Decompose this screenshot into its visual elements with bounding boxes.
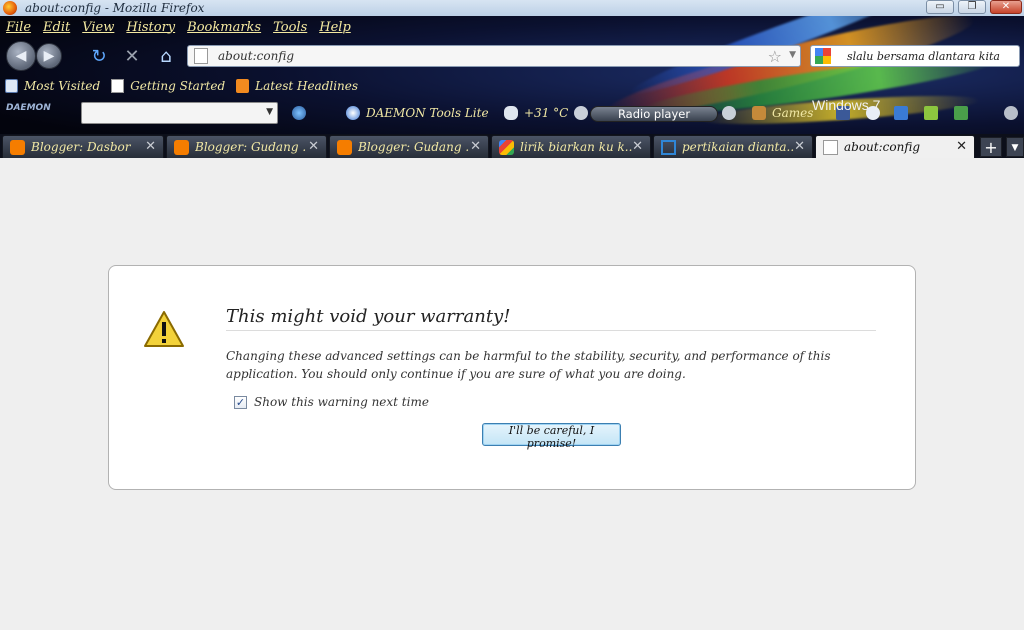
tab-label: Blogger: Gudang ...: [358, 140, 470, 154]
home-icon[interactable]: ⌂: [155, 46, 177, 68]
close-tab-icon[interactable]: ✕: [632, 139, 643, 154]
bookmark-getting-started[interactable]: Getting Started: [111, 79, 225, 93]
globe-icon[interactable]: [292, 106, 306, 120]
tab-about-config[interactable]: about:config ✕: [815, 135, 975, 158]
page-icon: [111, 79, 125, 93]
chevron-down-icon[interactable]: ▼: [266, 107, 273, 117]
tab-list-button[interactable]: ▼: [1006, 137, 1024, 157]
google-icon: [499, 139, 514, 155]
menu-tools[interactable]: Tools: [273, 20, 307, 35]
daemon-tools-icon[interactable]: [346, 106, 360, 120]
close-tab-icon[interactable]: ✕: [470, 139, 481, 154]
tab-pertikaian[interactable]: pertikaian dianta... ✕: [653, 135, 813, 158]
back-button[interactable]: ◀: [6, 41, 36, 71]
blogger-icon: [10, 139, 25, 155]
menu-history[interactable]: History: [126, 20, 175, 35]
search-box[interactable]: slalu bersama dlantara kita: [810, 45, 1020, 67]
menu-edit[interactable]: Edit: [43, 20, 70, 35]
bookmark-latest-headlines[interactable]: Latest Headlines: [236, 79, 358, 93]
windows-watermark: Windows 7: [812, 97, 881, 113]
tab-label: lirik biarkan ku k...: [520, 140, 632, 154]
show-warning-row[interactable]: ✓ Show this warning next time: [234, 395, 429, 409]
url-bar[interactable]: about:config ☆ ▼: [187, 45, 801, 67]
daemon-tools-label[interactable]: DAEMON Tools Lite: [366, 106, 489, 120]
radio-player-button[interactable]: Radio player: [590, 106, 718, 122]
window-controls: ▭ ❐ ✕: [926, 0, 1022, 14]
page-icon: [661, 139, 676, 155]
warning-box: This might void your warranty! Changing …: [108, 265, 916, 490]
forward-button[interactable]: ▶: [36, 43, 62, 69]
temperature-label[interactable]: +31 °C: [524, 106, 568, 120]
show-warning-label[interactable]: Show this warning next time: [254, 395, 429, 409]
tab-label: Blogger: Dasbor: [31, 140, 131, 154]
bookmark-most-visited[interactable]: Most Visited: [5, 79, 100, 93]
promise-button[interactable]: I'll be careful, I promise!: [482, 423, 621, 450]
weather-icon[interactable]: [504, 106, 518, 120]
most-visited-icon: [5, 79, 18, 93]
play-icon[interactable]: [574, 106, 588, 120]
maximize-button[interactable]: ❐: [958, 0, 986, 14]
firefox-logo-icon: [3, 1, 17, 15]
tab-blogger-gudang-2[interactable]: Blogger: Gudang ... ✕: [329, 135, 489, 158]
warning-icon: [144, 311, 184, 347]
tab-blogger-dasbor[interactable]: Blogger: Dasbor ✕: [2, 135, 164, 158]
blogger-icon: [337, 139, 352, 155]
show-warning-checkbox[interactable]: ✓: [234, 395, 247, 409]
close-tab-icon[interactable]: ✕: [794, 139, 805, 154]
warning-message: Changing these advanced settings can be …: [226, 349, 831, 381]
daemon-logo: DAEMON: [6, 103, 51, 113]
tools-icon[interactable]: [954, 106, 968, 120]
tab-label: about:config: [844, 140, 921, 154]
close-tab-icon[interactable]: ✕: [145, 139, 156, 154]
new-tab-button[interactable]: +: [980, 137, 1002, 157]
close-tab-icon[interactable]: ✕: [956, 139, 967, 154]
toolbar-search-combo[interactable]: ▼: [81, 102, 278, 124]
tab-label: Blogger: Gudang ...: [195, 140, 307, 154]
url-dropdown-icon[interactable]: ▼: [789, 50, 796, 60]
notes-icon[interactable]: [924, 106, 938, 120]
blank-page-icon: [823, 139, 838, 155]
menu-bookmarks[interactable]: Bookmarks: [187, 20, 261, 35]
warning-title: This might void your warranty!: [226, 306, 876, 331]
url-text[interactable]: about:config: [218, 49, 294, 63]
blogger-icon: [174, 139, 189, 155]
reload-icon[interactable]: ↻: [88, 46, 110, 68]
minimize-button[interactable]: ▭: [926, 0, 954, 14]
page-icon: [194, 48, 208, 64]
navigation-toolbar: ◀ ▶ ↻ ✕ ⌂ about:config ☆ ▼ slalu bersama…: [0, 38, 1024, 74]
volume-icon[interactable]: [722, 106, 736, 120]
title-bar: about:config - Mozilla Firefox ▭ ❐ ✕: [0, 0, 1024, 16]
window-title: about:config - Mozilla Firefox: [25, 1, 205, 15]
menu-file[interactable]: File: [6, 20, 31, 35]
menu-help[interactable]: Help: [319, 20, 351, 35]
close-tab-icon[interactable]: ✕: [308, 139, 319, 154]
bookmark-label: Getting Started: [130, 79, 226, 93]
calendar-icon[interactable]: [894, 106, 908, 120]
menu-bar: File Edit View History Bookmarks Tools H…: [0, 16, 357, 38]
games-icon[interactable]: [752, 106, 766, 120]
bookmark-label: Most Visited: [24, 79, 101, 93]
google-search-icon[interactable]: [815, 48, 831, 64]
tab-blogger-gudang-1[interactable]: Blogger: Gudang ... ✕: [166, 135, 327, 158]
menu-view[interactable]: View: [82, 20, 114, 35]
games-label[interactable]: Games: [772, 106, 813, 120]
search-input[interactable]: slalu bersama dlantara kita: [847, 50, 1000, 63]
stop-icon[interactable]: ✕: [121, 46, 143, 68]
bookmark-label: Latest Headlines: [255, 79, 359, 93]
close-button[interactable]: ✕: [990, 0, 1022, 14]
rss-icon: [236, 79, 250, 93]
gear-icon[interactable]: [1004, 106, 1018, 120]
bookmark-star-icon[interactable]: ☆: [768, 47, 782, 66]
tab-lirik[interactable]: lirik biarkan ku k... ✕: [491, 135, 651, 158]
bookmarks-toolbar: Most Visited Getting Started Latest Head…: [0, 76, 364, 96]
tab-label: pertikaian dianta...: [682, 140, 794, 154]
